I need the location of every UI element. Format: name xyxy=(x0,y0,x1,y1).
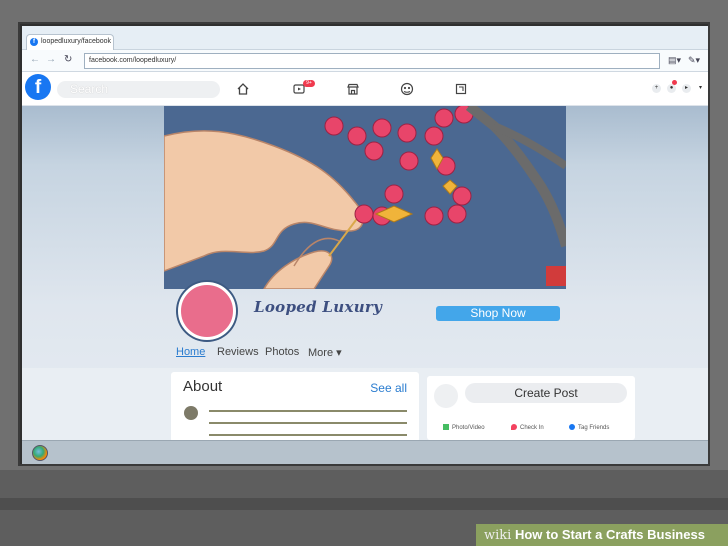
tab-photos[interactable]: Photos xyxy=(265,346,299,358)
beading-illustration xyxy=(164,106,566,289)
facebook-page: Looped Luxury Shop Now Home Reviews Phot… xyxy=(22,106,708,442)
browser-toolbar: ← → ↻ facebook.com/loopedluxury/ ▤▾ ✎▾ xyxy=(22,50,708,72)
home-icon[interactable] xyxy=(236,82,250,96)
photo-icon xyxy=(443,424,449,430)
user-avatar xyxy=(434,384,458,408)
facebook-header: f Search 9+ + ● ▸ ▾ xyxy=(22,72,708,106)
start-button-icon[interactable] xyxy=(32,445,48,461)
info-icon xyxy=(184,406,198,420)
address-bar[interactable]: facebook.com/loopedluxury/ xyxy=(84,53,660,69)
about-card: About See all xyxy=(171,372,419,442)
page-menu-icon[interactable]: ▤▾ xyxy=(668,55,681,65)
forward-arrow-icon[interactable]: → xyxy=(46,54,56,66)
check-in-button[interactable]: Check In xyxy=(511,424,544,431)
marketplace-icon[interactable] xyxy=(346,82,360,96)
page-name: Looped Luxury xyxy=(254,298,383,316)
cover-photo xyxy=(164,106,566,289)
caption-bar: wiki How to Start a Crafts Business xyxy=(476,524,728,546)
tag-friends-label: Tag Friends xyxy=(578,425,610,431)
account-menu-icon[interactable]: ▾ xyxy=(696,84,705,93)
messenger-alert-dot xyxy=(672,80,677,85)
monitor-stand xyxy=(0,498,728,510)
address-text: facebook.com/loopedluxury/ xyxy=(89,57,177,64)
browser-window: f loopedluxury/facebook ← → ↻ facebook.c… xyxy=(22,26,708,464)
wiki-logo: wiki xyxy=(484,528,512,543)
create-plus-icon[interactable]: + xyxy=(652,84,661,93)
shop-now-button[interactable]: Shop Now xyxy=(436,306,560,321)
taskbar xyxy=(22,440,708,464)
groups-icon[interactable] xyxy=(400,82,414,96)
screenshot: f loopedluxury/facebook ← → ↻ facebook.c… xyxy=(0,0,728,546)
refresh-icon[interactable]: ↻ xyxy=(64,54,72,66)
browser-tab[interactable]: f loopedluxury/facebook xyxy=(26,34,114,50)
wrench-icon[interactable]: ✎▾ xyxy=(688,55,700,65)
facebook-logo[interactable]: f xyxy=(25,74,51,100)
tag-friends-button[interactable]: Tag Friends xyxy=(569,424,609,431)
create-post-button[interactable]: Create Post xyxy=(465,383,627,403)
notifications-icon[interactable]: ▸ xyxy=(682,84,691,93)
about-title: About xyxy=(183,378,223,395)
tab-more[interactable]: More ▾ xyxy=(308,346,342,359)
about-text-line xyxy=(209,434,407,436)
back-arrow-icon[interactable]: ← xyxy=(30,54,40,66)
caption-text: How to Start a Crafts Business xyxy=(514,527,705,542)
search-input[interactable]: Search xyxy=(57,81,220,98)
photo-video-label: Photo/Video xyxy=(452,425,485,431)
profile-avatar[interactable] xyxy=(178,282,236,340)
gaming-icon[interactable] xyxy=(454,82,468,96)
facebook-favicon-icon: f xyxy=(30,38,38,46)
create-post-card: Create Post Photo/Video Check In Tag Fri… xyxy=(427,376,635,440)
messenger-icon[interactable]: ● xyxy=(667,84,676,93)
about-text-line xyxy=(209,410,407,412)
check-in-label: Check In xyxy=(520,425,544,431)
tab-strip: f loopedluxury/facebook xyxy=(22,26,708,50)
tab-title: loopedluxury/facebook xyxy=(41,38,112,45)
tab-reviews[interactable]: Reviews xyxy=(217,346,259,358)
photo-video-button[interactable]: Photo/Video xyxy=(443,424,485,431)
tab-home[interactable]: Home xyxy=(176,346,205,358)
tag-friends-icon xyxy=(569,424,575,430)
about-text-line xyxy=(209,422,407,424)
notification-badge: 9+ xyxy=(303,80,315,87)
see-all-link[interactable]: See all xyxy=(370,381,407,395)
location-pin-icon xyxy=(511,424,517,430)
monitor: f loopedluxury/facebook ← → ↻ facebook.c… xyxy=(18,22,710,466)
